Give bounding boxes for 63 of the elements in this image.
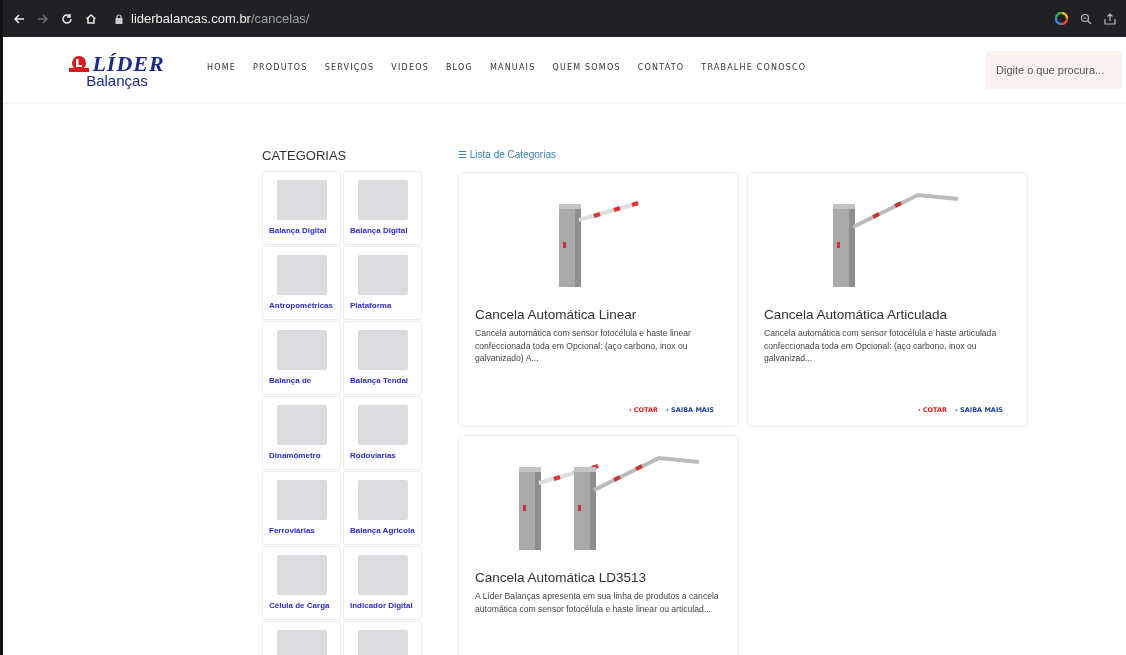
category-card[interactable]: Balança Digital: [343, 171, 422, 245]
category-label: Dinamômetro: [269, 451, 321, 460]
product-description: Cancela automática com sensor fotocélula e haste linear confeccionada toda em Opcional: (aço carbono, inox ou galvanizado) A...: [475, 327, 692, 365]
nav-link[interactable]: BLOG: [445, 62, 473, 72]
category-label: Ferroviárias: [269, 526, 315, 535]
category-card[interactable]: Dinamômetro: [262, 396, 341, 470]
lock-icon: [115, 13, 123, 24]
category-label: Balança Agricola: [350, 526, 415, 535]
nav-link[interactable]: SERVIÇOS: [324, 62, 375, 72]
home-icon[interactable]: [85, 12, 97, 25]
product-description: Cancela automática com sensor fotocélula e haste articulada confeccionada toda em Opcional: (aço carbono, inox ou galvanizad...: [764, 327, 998, 365]
nav-link[interactable]: PRODUTOS: [253, 62, 308, 72]
nav-link[interactable]: VIDEOS: [391, 62, 429, 72]
photo-placeholder: [357, 480, 408, 520]
category-card[interactable]: Antropométricas: [262, 246, 341, 320]
logo[interactable]: LÍDER Balanças: [57, 52, 177, 88]
reload-icon[interactable]: [61, 12, 73, 25]
search-field[interactable]: Digite o que procura...: [986, 51, 1122, 89]
photo-placeholder: [276, 405, 327, 445]
category-label: Balança Digital: [269, 226, 327, 235]
category-card[interactable]: Rodoviarias: [343, 396, 422, 470]
category-label: Balança Tendal: [350, 376, 409, 385]
nav-link[interactable]: MANUAIS: [489, 62, 536, 72]
logo-mark-icon: [69, 55, 90, 72]
category-label: Célula de Carga: [269, 601, 330, 610]
category-label: Indicador Digital: [350, 601, 413, 610]
nav-link[interactable]: TRABALHE CONOSCO: [701, 62, 807, 72]
category-label: Rodoviarias: [350, 451, 396, 460]
category-card[interactable]: Indicador Digital: [343, 546, 422, 620]
photo-placeholder: [357, 255, 408, 295]
product-title[interactable]: Cancela Automática Articulada: [764, 307, 1011, 322]
product-description: A Líder Balanças apresenta em sua linha de produtos a cancela automática com sensor fotocélula e haste linear ou articulad...: [475, 590, 720, 615]
category-card[interactable]: Balança de: [262, 321, 341, 395]
photo-placeholder: [276, 330, 327, 370]
nav-link[interactable]: QUEM SOMOS: [552, 62, 621, 72]
product-title[interactable]: Cancela Automática LD3513: [475, 570, 722, 585]
photo-placeholder: [357, 330, 408, 370]
category-label: Balança Digital: [350, 226, 408, 235]
category-card[interactable]: Balança Agricola: [343, 471, 422, 545]
photo-placeholder: [357, 555, 408, 595]
nav-link[interactable]: HOME: [207, 62, 237, 72]
category-card[interactable]: Célula de Carga: [262, 546, 341, 620]
nav-link[interactable]: CONTATO: [637, 62, 685, 72]
category-card[interactable]: Ferroviárias: [262, 471, 341, 545]
category-label: Plataforma: [350, 301, 392, 310]
url-text[interactable]: liderbalancas.com.br/cancelas/: [131, 11, 310, 26]
category-card[interactable]: Balança Tendal: [343, 321, 422, 395]
photo-placeholder: [276, 180, 327, 220]
photo-placeholder: [276, 480, 327, 520]
category-list-link[interactable]: ☰ Lista de Categorias: [458, 149, 1038, 160]
photo-placeholder: [357, 405, 408, 445]
back-icon[interactable]: [13, 12, 25, 25]
photo-placeholder: [276, 255, 327, 295]
category-card[interactable]: Plataforma: [343, 246, 422, 320]
category-label: Balança de: [269, 376, 312, 385]
share-icon[interactable]: [1104, 12, 1116, 25]
section-title: CATEGORIAS: [262, 148, 348, 163]
category-label: Antropométricas: [269, 301, 333, 310]
photo-placeholder: [276, 555, 327, 595]
category-card[interactable]: Balança Digital: [262, 171, 341, 245]
product-title[interactable]: Cancela Automática Linear: [475, 307, 722, 322]
zoom-icon[interactable]: [1080, 12, 1092, 25]
photo-placeholder: [357, 180, 408, 220]
